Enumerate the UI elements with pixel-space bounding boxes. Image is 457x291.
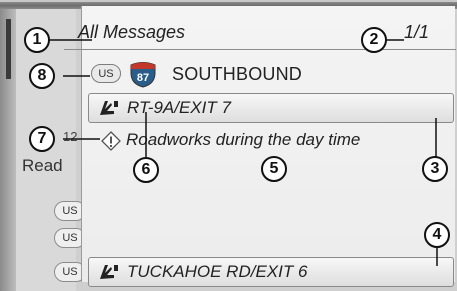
callout-2: 2 bbox=[361, 27, 387, 53]
callout-4: 4 bbox=[424, 222, 450, 248]
callout-leader-lines bbox=[48, 39, 438, 266]
callout-7: 7 bbox=[29, 126, 55, 152]
callout-1: 1 bbox=[24, 27, 50, 53]
callout-8: 8 bbox=[29, 63, 55, 89]
callout-5: 5 bbox=[261, 156, 287, 182]
callout-6: 6 bbox=[133, 157, 159, 183]
callout-3: 3 bbox=[422, 156, 448, 182]
